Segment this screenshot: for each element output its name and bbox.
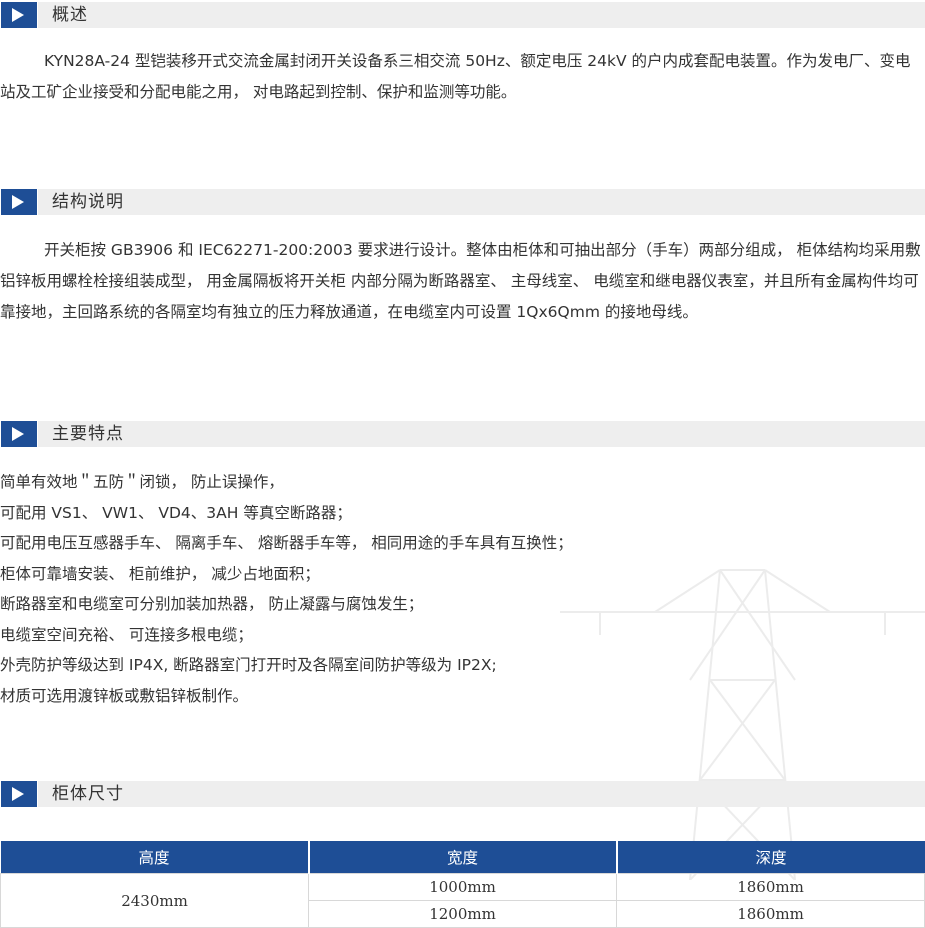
depth-cell: 1860mm [616,873,925,901]
section-header-dimensions: 柜体尺寸 [0,781,925,807]
column-header-width: 宽度 [308,841,618,874]
overview-text: KYN28A-24 型铠装移开式交流金属封闭开关设备系三相交流 50Hz、额定电… [0,52,911,101]
section-title: 结构说明 [52,192,124,212]
play-triangle-icon [1,421,37,447]
list-item: 简单有效地＂五防＂闭锁， 防止误操作， [0,473,284,491]
section-title: 主要特点 [52,424,124,444]
list-item: 可配用电压互感器手车、 隔离手车、 熔断器手车等， 相同用途的手车具有互换性； [0,534,573,552]
list-item: 电缆室空间充裕、 可连接多根电缆； [0,625,253,644]
list-item: 断路器室和电缆室可分别加装加热器， 防止凝露与腐蚀发生； [0,595,424,613]
play-triangle-icon [1,781,37,807]
structure-text: 开关柜按 GB3906 和 IEC62271-200:2003 要求进行设计。整… [0,241,921,321]
column-header-height: 高度 [0,841,310,874]
play-triangle-icon [1,2,37,28]
dimensions-table: 高度 宽度 深度 2430mm 1000mm 1860mm 1200mm 186… [0,841,925,928]
width-cell: 1000mm [308,873,617,901]
table-header-row: 高度 宽度 深度 [0,841,925,874]
section-header-structure: 结构说明 [0,189,925,215]
height-cell: 2430mm [0,873,309,928]
list-item: 外壳防护等级达到 IP4X, 断路器室门打开时及各隔室间防护等级为 IP2X; [0,656,497,674]
depth-cell: 1860mm [616,900,925,928]
section-title: 概述 [52,5,88,25]
play-triangle-icon [1,189,37,215]
features-list: 简单有效地＂五防＂闭锁， 防止误操作， 可配用 VS1、 VW1、 VD4、3A… [0,467,925,711]
section-title: 柜体尺寸 [52,784,124,804]
list-item: 可配用 VS1、 VW1、 VD4、3AH 等真空断路器； [0,503,352,522]
section-header-features: 主要特点 [0,421,925,447]
list-item: 柜体可靠墙安装、 柜前维护， 减少占地面积； [0,564,320,583]
list-item: 材质可选用渡锌板或敷铝锌板制作。 [0,686,249,705]
column-header-depth: 深度 [616,841,925,874]
width-cell: 1200mm [308,900,617,928]
table-row: 2430mm 1000mm 1860mm [0,873,925,928]
section-header-overview: 概述 [0,2,925,28]
